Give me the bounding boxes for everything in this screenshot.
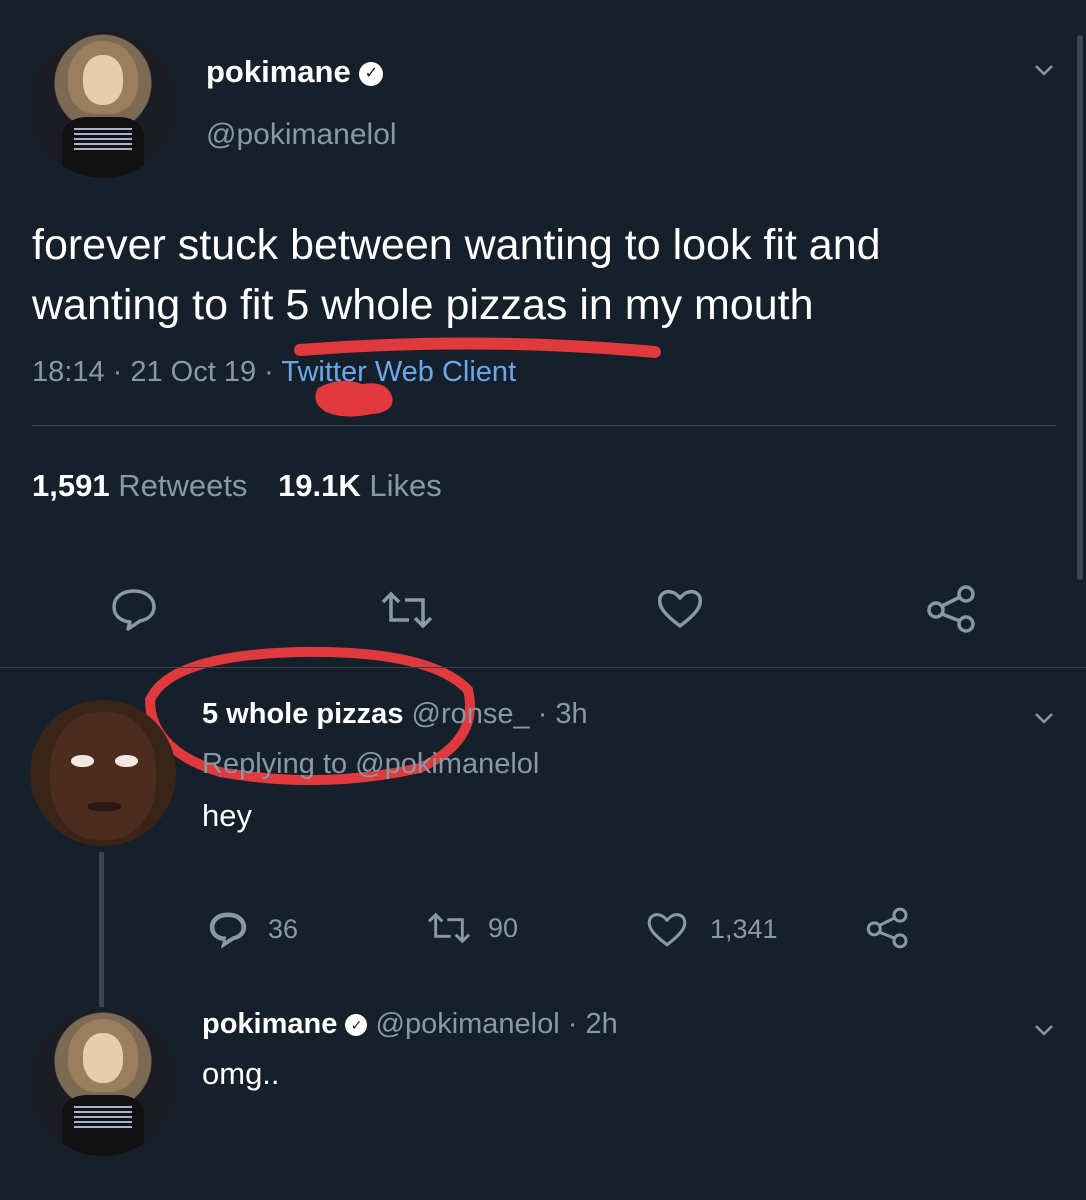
divider-1: [32, 425, 1056, 426]
reply1-reply-action[interactable]: 36: [206, 908, 298, 950]
reply2-handle[interactable]: @pokimanelol: [376, 1008, 560, 1040]
reply2-text: omg..: [202, 1056, 280, 1091]
underline-stroke: [294, 337, 661, 358]
retweet-icon: [424, 910, 474, 946]
retweet-icon[interactable]: [377, 590, 437, 630]
heart-icon[interactable]: [654, 584, 706, 632]
likes-count: 19.1K: [278, 468, 361, 503]
main-tweet-text-line1: forever stuck between wanting to look fi…: [32, 221, 881, 269]
share-icon[interactable]: [864, 906, 912, 950]
main-tweet-display-name[interactable]: pokimane: [206, 54, 351, 89]
retweets-stat[interactable]: 1,591 Retweets: [32, 468, 256, 503]
verified-badge-icon: ✓: [359, 61, 384, 86]
reply1-reply-count: 36: [268, 913, 299, 944]
avatar-shirt-stripes: [73, 1106, 133, 1130]
reply1-display-name[interactable]: 5 whole pizzas: [202, 698, 403, 730]
chevron-down-icon[interactable]: [1030, 704, 1058, 732]
reply-icon: [206, 908, 250, 950]
avatar-mouth: [88, 802, 121, 811]
reply1-retweet-action[interactable]: 90: [424, 910, 518, 946]
retweets-label: Retweets: [118, 468, 248, 503]
main-tweet-text: forever stuck between wanting to look fi…: [32, 215, 881, 335]
likes-label: Likes: [369, 468, 442, 503]
reply1-time[interactable]: · 3h: [538, 698, 588, 730]
chevron-down-icon[interactable]: [1030, 1016, 1058, 1044]
reply1-handle[interactable]: @ronse_: [412, 698, 530, 730]
retweets-count: 1,591: [32, 468, 110, 503]
main-tweet-avatar[interactable]: [30, 32, 176, 178]
main-tweet-client-link[interactable]: Twitter Web Client: [281, 356, 516, 388]
avatar-shirt-stripes: [73, 128, 133, 152]
reply2-header: pokimane ✓ @pokimanelol · 2h: [202, 1008, 618, 1041]
scrollbar[interactable]: [1077, 35, 1083, 580]
avatar-face: [82, 1033, 124, 1083]
reply1-avatar[interactable]: [30, 700, 176, 846]
main-tweet-text-line2: wanting to fit 5 whole pizzas in my mout…: [32, 281, 814, 329]
likes-stat[interactable]: 19.1K Likes: [278, 468, 442, 503]
heart-icon: [644, 908, 690, 950]
reply2-avatar[interactable]: [30, 1010, 176, 1156]
divider-2: [0, 667, 1086, 668]
thread-line: [99, 852, 104, 1007]
main-tweet-meta: 18:14 · 21 Oct 19 · Twitter Web Client: [32, 356, 516, 389]
reply2-time[interactable]: · 2h: [568, 1008, 618, 1040]
reply1-text: hey: [202, 798, 252, 833]
reply1-like-count: 1,341: [710, 913, 778, 944]
main-tweet-time[interactable]: 18:14 · 21 Oct 19 ·: [32, 356, 274, 388]
share-icon[interactable]: [924, 584, 980, 634]
verified-badge-icon: ✓: [345, 1014, 368, 1037]
reply1-header: 5 whole pizzas @ronse_ · 3h: [202, 698, 588, 731]
avatar-head: [50, 711, 156, 841]
chevron-down-icon[interactable]: [1030, 56, 1058, 84]
engagement-stats: 1,591 Retweets 19.1K Likes: [32, 468, 442, 504]
reply-icon[interactable]: [108, 585, 160, 633]
main-tweet-handle[interactable]: @pokimanelol: [206, 118, 397, 152]
reply1-like-action[interactable]: 1,341: [644, 908, 778, 950]
avatar-face: [82, 55, 124, 105]
reply1-retweet-count: 90: [488, 912, 519, 943]
main-tweet-author[interactable]: pokimane ✓: [206, 54, 384, 90]
reply1-replying-to[interactable]: Replying to @pokimanelol: [202, 748, 539, 781]
reply2-display-name[interactable]: pokimane: [202, 1008, 337, 1040]
